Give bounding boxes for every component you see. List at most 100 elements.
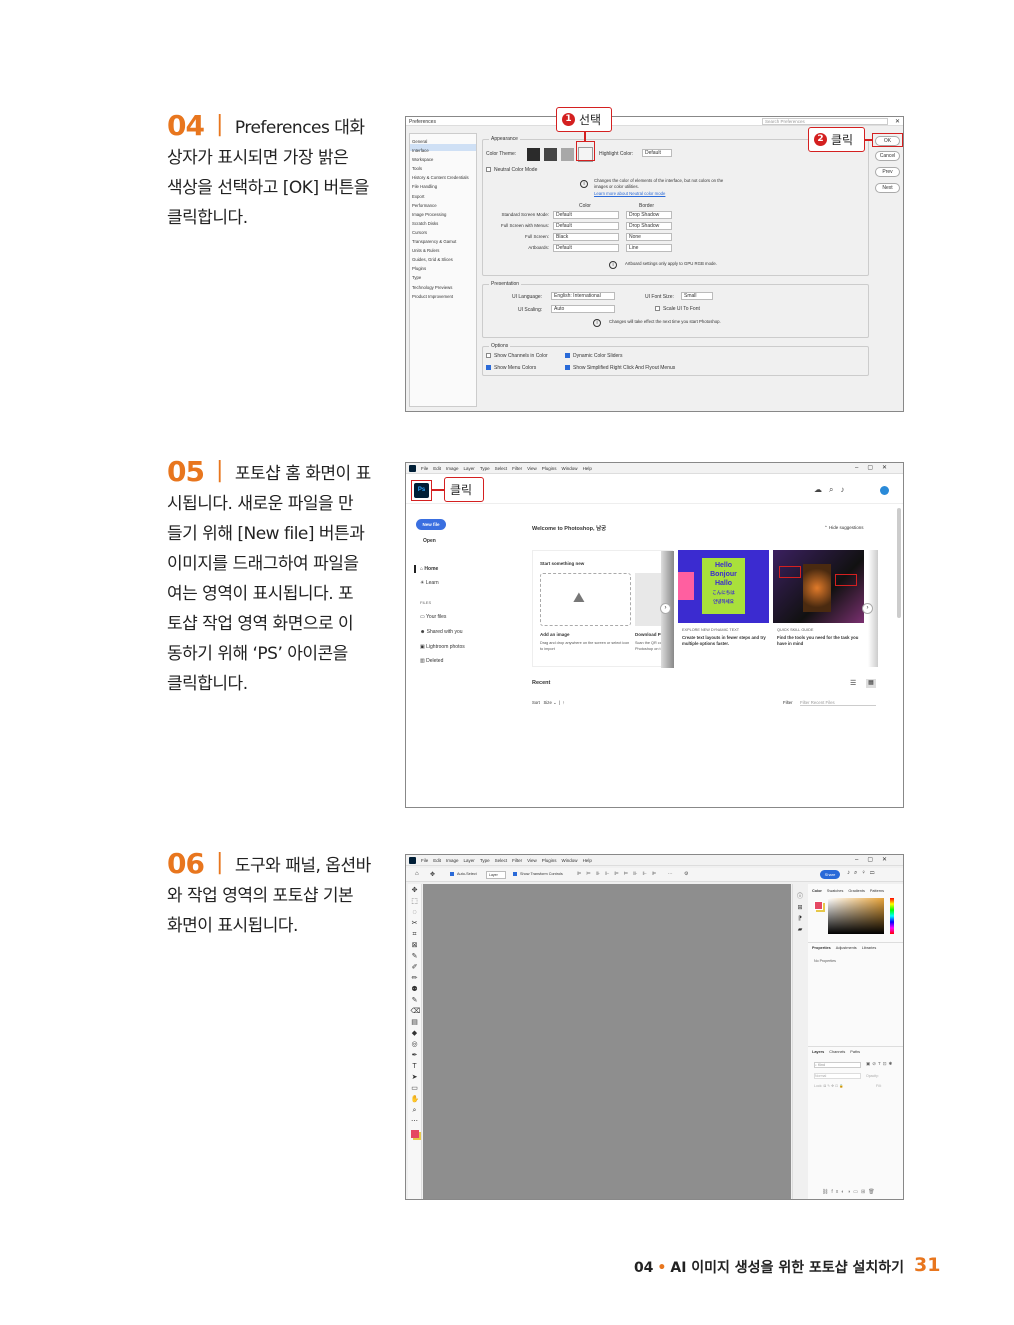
next-button[interactable]: Next [875,183,900,193]
scale-ui-checkbox[interactable] [655,306,660,312]
menu-item[interactable]: Plugins [542,858,557,863]
neutral-learn-more-link[interactable]: Learn more about Neutral color mode [594,191,665,196]
theme-swatch-medium[interactable] [561,148,574,161]
sidebar-item[interactable]: Plugins [412,264,469,273]
panel-tab[interactable]: Gradients [848,889,864,893]
window-controls[interactable]: –▢✕ [855,464,896,471]
menu-item[interactable]: Plugins [542,466,557,471]
menu-item[interactable]: File [421,466,428,471]
menu-item[interactable]: Filter [512,858,522,863]
menu-item[interactable]: Select [495,466,508,471]
tool-icon[interactable]: ▭ [411,1085,419,1093]
open-button[interactable]: Open [423,538,436,544]
nav-shared[interactable]: ☻ Shared with you [420,629,463,635]
tool-icon[interactable]: ⌗ [411,931,419,939]
nav-your-files[interactable]: ▭ Your files [420,614,446,620]
sidebar-item[interactable]: Technology Previews [412,283,469,292]
tool-icon[interactable]: ✎ [411,953,419,961]
menu-item[interactable]: View [527,466,537,471]
sidebar-item[interactable]: Image Processing [412,210,469,219]
tool-icon[interactable]: ⊠ [411,942,419,950]
menu-item[interactable]: Select [495,858,508,863]
header-icons[interactable]: ♪⌕♀▭ [847,870,878,877]
tool-icon[interactable]: ⋯ [411,1118,419,1126]
blend-mode-select[interactable]: Normal [814,1073,861,1079]
theme-swatch-darkest[interactable] [527,148,540,161]
tool-icon[interactable]: ◆ [411,1030,419,1038]
start-new-card[interactable]: Start something new ⛰ Add an image Drag … [532,550,674,668]
home-icon[interactable]: ⌂ [415,871,419,877]
menu-colors-checkbox[interactable] [486,365,491,371]
header-icons[interactable]: ☁⌕♪ [814,485,851,495]
menu-item[interactable]: Image [446,466,459,471]
tool-icon[interactable]: ⬚ [411,898,419,906]
ui-scaling-select[interactable]: Auto [551,305,615,313]
sidebar-item[interactable]: Export [412,192,469,201]
transform-checkbox[interactable] [513,872,517,876]
tool-icon[interactable]: ⌕ [411,1107,419,1115]
auto-select-checkbox[interactable] [450,872,454,876]
menu-item[interactable]: Window [562,858,578,863]
screen-color-select[interactable]: Default [553,244,619,252]
menu-item[interactable]: Window [562,466,578,471]
sidebar-item[interactable]: Performance [412,201,469,210]
screen-border-select[interactable]: None [626,233,672,241]
menu-item[interactable]: Help [583,858,592,863]
properties-panel-tabs[interactable]: Properties Adjustments Libraries [812,946,876,950]
nav-home[interactable]: ⌂ Home [420,566,438,572]
sidebar-item[interactable]: Tools [412,164,469,173]
color-panel-tabs[interactable]: Color Swatches Gradients Patterns [812,889,884,893]
grid-view-icon[interactable]: ▦ [866,679,876,688]
close-icon[interactable]: ✕ [895,118,900,125]
share-button[interactable]: Share [820,870,840,879]
menu-item[interactable]: Type [480,466,490,471]
cancel-button[interactable]: Cancel [875,151,900,161]
theme-swatch-dark[interactable] [544,148,557,161]
new-file-button[interactable]: New file [416,519,446,530]
nav-deleted[interactable]: ▥ Deleted [420,658,443,664]
tool-icon[interactable]: ▤ [411,1019,419,1027]
carousel-next-icon[interactable]: › [862,603,873,614]
highlight-color-select[interactable]: Default [642,149,672,157]
scrollbar[interactable] [897,508,901,618]
tool-icon[interactable]: ◌ [411,909,419,917]
menu-item[interactable]: Filter [512,466,522,471]
sidebar-item[interactable]: Product Improvement [412,292,469,301]
tool-icon[interactable]: T [411,1063,419,1071]
ui-language-select[interactable]: English: International [551,292,615,300]
sidebar-item[interactable]: General [412,137,469,146]
tool-icon[interactable]: ✋ [411,1096,420,1104]
tool-icon[interactable]: ⚉ [411,986,419,994]
panel-icon-strip[interactable]: ⓘ ⊞ ⁋ ▰ [792,884,807,1199]
color-picker-field[interactable] [828,898,884,934]
color-swatch-icon[interactable] [410,1130,419,1138]
menu-item[interactable]: Edit [433,466,441,471]
screen-color-select[interactable]: Default [553,211,619,219]
panel-tab[interactable]: Adjustments [836,946,857,950]
tool-icon[interactable]: ✎ [411,997,419,1005]
sidebar-item[interactable]: History & Content Credentials [412,173,469,182]
hue-slider[interactable] [890,898,894,934]
tool-icon[interactable]: ➤ [411,1074,419,1082]
nav-learn[interactable]: ☀ Learn [420,580,439,586]
align-icons[interactable]: ⊫⊨⊪⊩⊫⊨⊪⊩⊫ ⋯ ⚙ [577,871,693,877]
panel-tab[interactable]: Color [812,889,822,893]
tool-icon[interactable]: ⌫ [411,1008,421,1016]
sidebar-item[interactable]: Type [412,273,469,282]
simplified-menus-checkbox[interactable] [565,365,570,371]
tool-icon[interactable]: ✒ [411,1052,419,1060]
panel-tab[interactable]: Properties [812,946,831,950]
sidebar-item[interactable]: Interface [412,146,469,155]
avatar[interactable] [880,486,889,495]
tool-icon[interactable]: ✏ [411,975,419,983]
tool-icon[interactable]: ✐ [411,964,419,972]
panel-tab[interactable]: Paths [850,1050,860,1054]
move-tool-icon[interactable]: ✥ [430,871,435,878]
menu-item[interactable]: Layer [464,466,475,471]
prev-button[interactable]: Prev [875,167,900,177]
sort-control[interactable]: Sort Size ⌄ | ↑ [532,700,565,706]
panel-tab[interactable]: Libraries [862,946,877,950]
screen-border-select[interactable]: Drop Shadow [626,222,672,230]
canvas-area[interactable] [423,884,791,1199]
sidebar-item[interactable]: Guides, Grid & Slices [412,255,469,264]
